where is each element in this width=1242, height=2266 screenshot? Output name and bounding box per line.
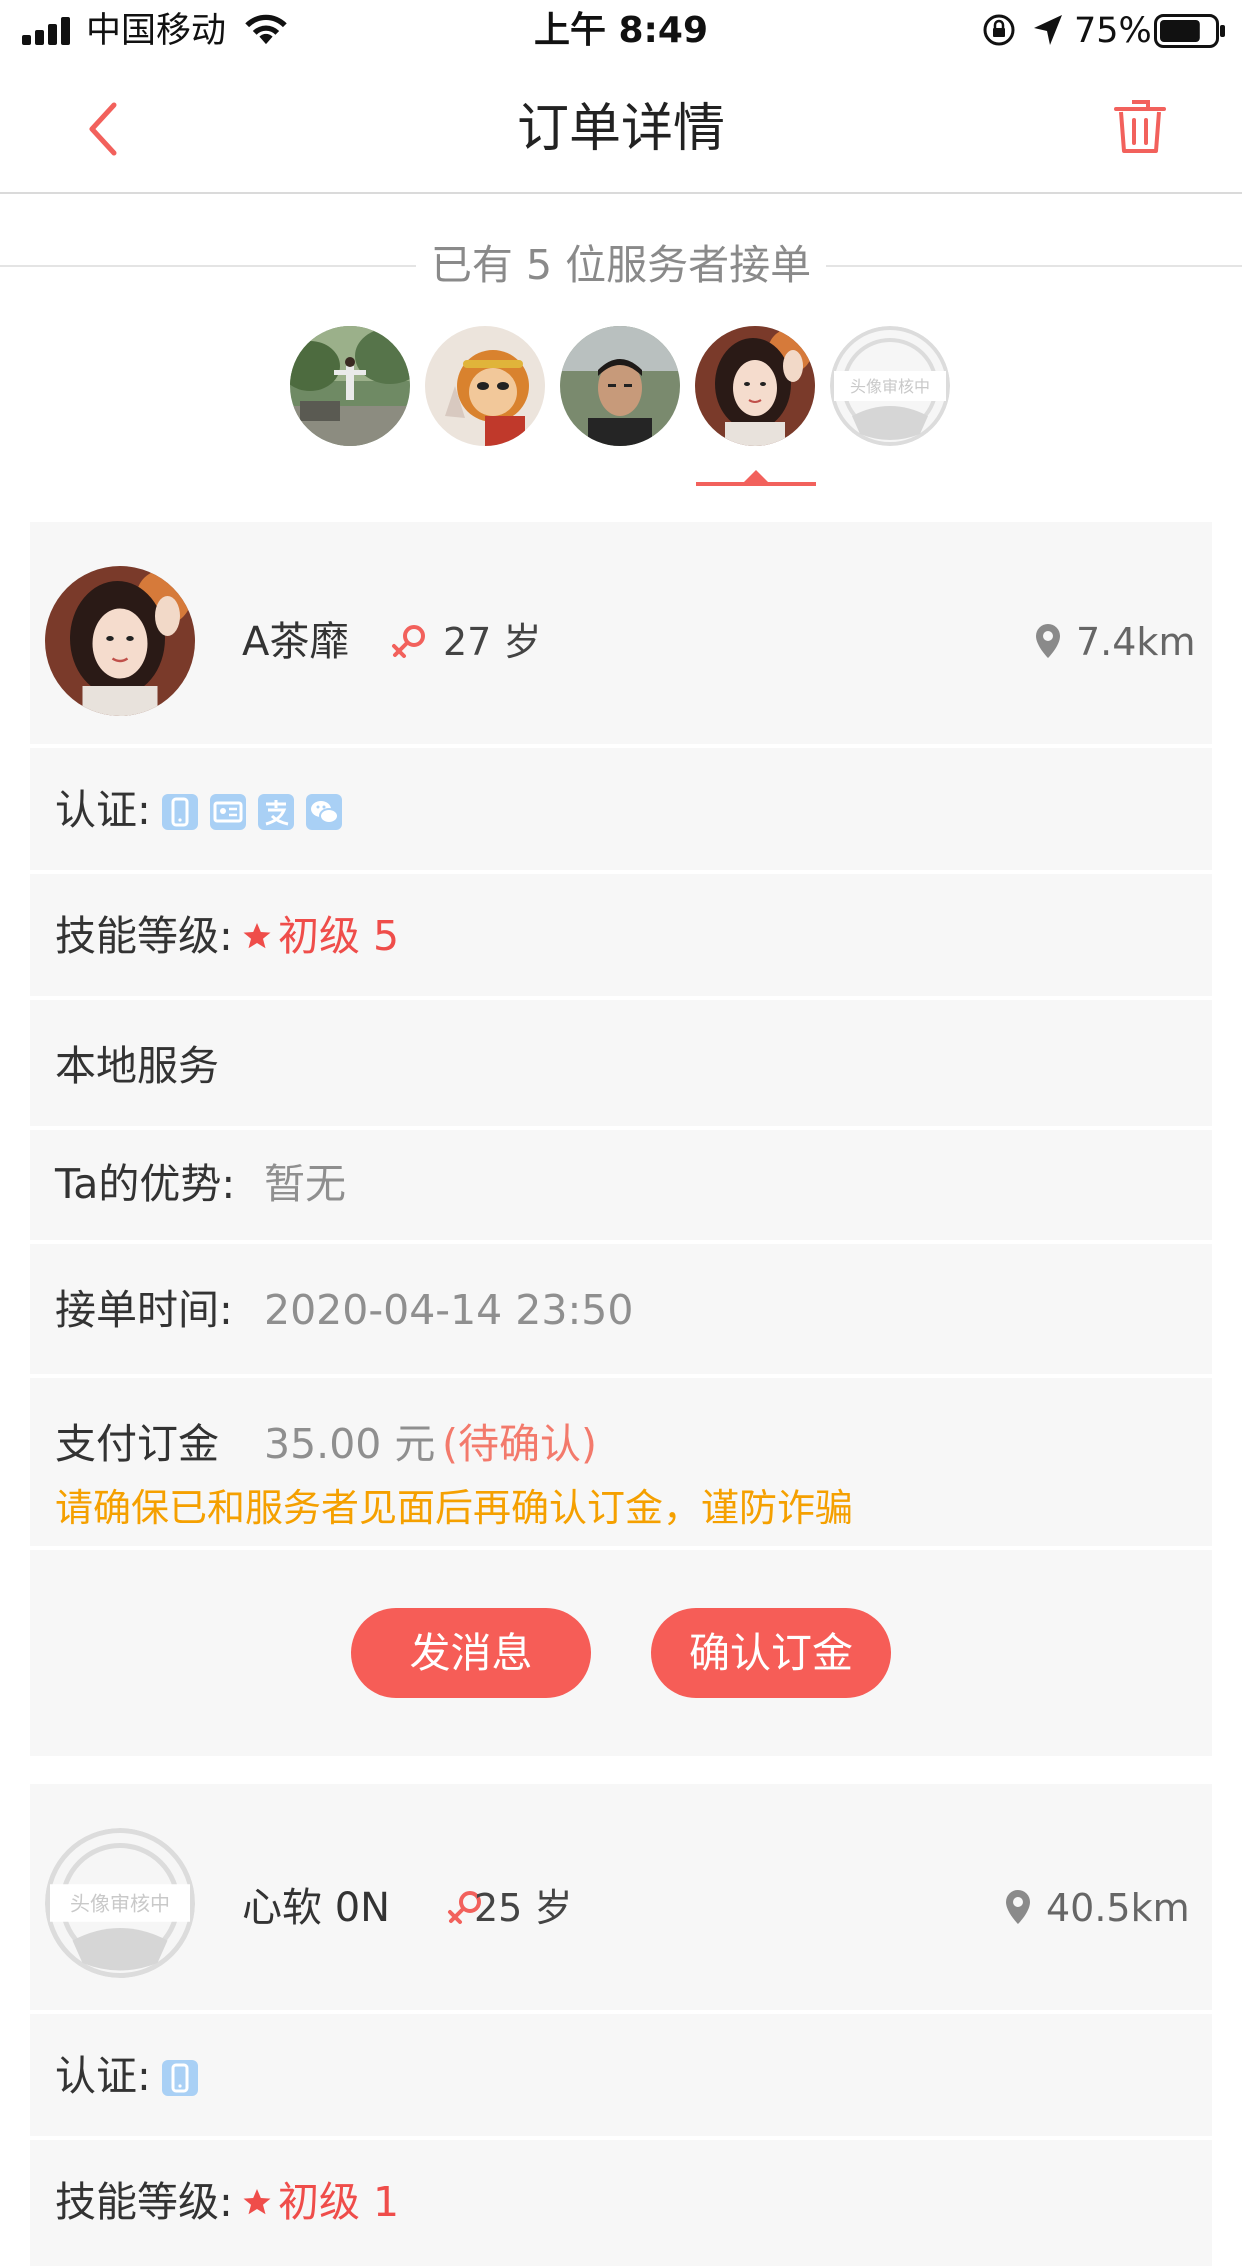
rotation-lock-icon xyxy=(983,14,1015,46)
provider-avatar-4[interactable] xyxy=(695,326,815,446)
provider-avatar-3[interactable] xyxy=(560,326,680,446)
avatar-photo xyxy=(290,326,410,446)
avatar-photo xyxy=(560,326,680,446)
skill-value: 初级 5 xyxy=(278,912,400,960)
accept-time-label: 接单时间: xyxy=(55,1286,233,1334)
wechat-icon xyxy=(306,794,342,830)
accepted-count-title: 已有 5 位服务者接单 xyxy=(416,237,826,293)
pending-label: 头像审核中 xyxy=(850,377,930,396)
advantage-value: 暂无 xyxy=(264,1160,346,1208)
battery-icon xyxy=(1154,14,1225,48)
provider-avatar-strip: 头像审核中 xyxy=(0,326,1242,448)
provider-age: 27 岁 xyxy=(443,620,542,664)
location-pin-icon xyxy=(1036,624,1060,658)
nav-bar: 订单详情 xyxy=(0,62,1242,194)
provider-name: 心软 0N xyxy=(242,1885,391,1931)
id-card-icon xyxy=(210,794,246,830)
advantage-row: Ta的优势: 暂无 xyxy=(30,1126,1212,1244)
deposit-label: 支付订金 xyxy=(55,1420,219,1468)
avatar[interactable] xyxy=(45,566,195,716)
status-bar: 中国移动 上午 8:49 75% xyxy=(0,0,1242,62)
avatar-photo xyxy=(45,566,195,716)
avatar-pending-placeholder: 头像审核中 xyxy=(830,326,950,446)
star-icon xyxy=(243,2189,271,2215)
avatar-photo xyxy=(695,326,815,446)
location-arrow-icon xyxy=(1034,15,1062,45)
trash-icon[interactable] xyxy=(1114,98,1166,156)
avatar-pending-placeholder: 头像审核中 xyxy=(45,1828,195,1978)
provider-distance: 7.4km xyxy=(1076,620,1196,664)
provider-card-2: 头像审核中 心软 0N 25 岁 40.5km 认证: 技能等级: 初级 1 xyxy=(30,1784,1212,2266)
alipay-icon xyxy=(258,794,294,830)
provider-header: A茶靡 27 岁 7.4km xyxy=(30,522,1212,744)
service-type-row: 本地服务 xyxy=(30,996,1212,1130)
skill-level-row: 技能等级: 初级 5 xyxy=(30,870,1212,1000)
deposit-status: (待确认) xyxy=(442,1420,597,1468)
send-message-button[interactable]: 发消息 xyxy=(351,1608,591,1698)
avatar[interactable]: 头像审核中 xyxy=(45,1828,195,1978)
verify-label: 认证: xyxy=(55,2052,151,2100)
action-row: 发消息 确认订金 xyxy=(30,1546,1212,1756)
provider-distance: 40.5km xyxy=(1046,1886,1190,1930)
provider-header: 头像审核中 心软 0N 25 岁 40.5km xyxy=(30,1784,1212,2010)
accept-time-value: 2020-04-14 23:50 xyxy=(264,1286,634,1334)
service-type: 本地服务 xyxy=(55,1042,219,1090)
accept-time-row: 接单时间: 2020-04-14 23:50 xyxy=(30,1240,1212,1378)
skill-value: 初级 1 xyxy=(278,2178,400,2226)
provider-name: A茶靡 xyxy=(242,619,350,665)
phone-icon xyxy=(162,794,198,830)
female-icon xyxy=(392,625,425,658)
star-icon xyxy=(243,923,271,949)
fraud-warning: 请确保已和服务者见面后再确认订金，谨防诈骗 xyxy=(55,1486,854,1530)
pending-label: 头像审核中 xyxy=(70,1892,170,1916)
provider-avatar-1[interactable] xyxy=(290,326,410,446)
verify-label: 认证: xyxy=(55,786,151,834)
selected-avatar-indicator xyxy=(696,470,816,486)
advantage-label: Ta的优势: xyxy=(55,1160,236,1208)
skill-label: 技能等级: xyxy=(55,912,233,960)
verification-row: 认证: xyxy=(30,2010,1212,2140)
deposit-amount: 35.00 元 xyxy=(264,1420,436,1468)
provider-age: 25 岁 xyxy=(474,1886,573,1930)
skill-level-row: 技能等级: 初级 1 xyxy=(30,2136,1212,2266)
provider-avatar-5[interactable]: 头像审核中 xyxy=(830,326,950,446)
verification-row: 认证: xyxy=(30,744,1212,874)
location-pin-icon xyxy=(1006,1890,1030,1924)
page-title: 订单详情 xyxy=(516,99,725,159)
avatar-photo xyxy=(425,326,545,446)
deposit-row: 支付订金 35.00 元 (待确认) 请确保已和服务者见面后再确认订金，谨防诈骗 xyxy=(30,1374,1212,1550)
provider-avatar-2[interactable] xyxy=(425,326,545,446)
confirm-deposit-button[interactable]: 确认订金 xyxy=(651,1608,891,1698)
skill-label: 技能等级: xyxy=(55,2178,233,2226)
provider-card-1: A茶靡 27 岁 7.4km 认证: 技能等级: 初级 5 本地服务 Ta的优势… xyxy=(30,522,1212,1756)
battery-percent: 75% xyxy=(1074,11,1152,51)
phone-icon xyxy=(162,2060,198,2096)
